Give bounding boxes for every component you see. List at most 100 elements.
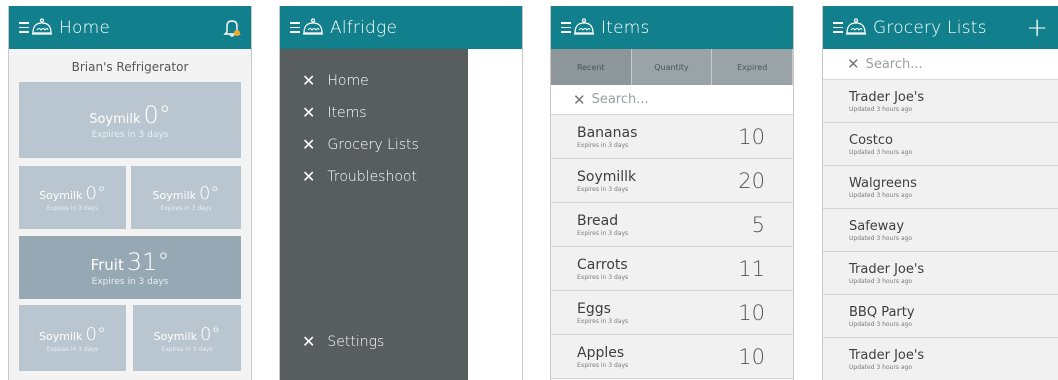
nav-label: Settings xyxy=(327,333,385,350)
hamburger-icon xyxy=(290,22,300,33)
close-icon: ✕ xyxy=(302,135,316,154)
list-item[interactable]: Bananas Expires in 3 days 10 xyxy=(551,115,793,159)
item-tile[interactable]: Soymilk 0° Expires in 3 days xyxy=(131,166,241,229)
app-bar: Grocery Lists + xyxy=(823,6,1058,49)
list-item[interactable]: Eggs Expires in 3 days 10 xyxy=(551,291,793,335)
list-item[interactable]: Costco Updated 3 hours ago xyxy=(823,123,1058,166)
nav-drawer xyxy=(280,49,468,380)
item-expiry: Expires in 3 days xyxy=(577,273,629,281)
list-updated: Updated 3 hours ago xyxy=(849,363,913,371)
notification-button[interactable] xyxy=(223,18,241,38)
list-item[interactable]: Bread Expires in 3 days 5 xyxy=(551,203,793,247)
nav-label: Home xyxy=(327,72,369,89)
tile-temp: 0° xyxy=(143,100,171,129)
search-placeholder: Search... xyxy=(591,92,649,107)
nav-item-home[interactable]: ✕ Home xyxy=(302,71,369,90)
tile-name: Soymilk xyxy=(152,189,196,202)
tile-temp: 0° xyxy=(85,183,106,204)
list-item[interactable]: Trader Joe's Updated 3 hours ago xyxy=(823,80,1058,123)
tab-expired[interactable]: Expired xyxy=(712,49,793,85)
menu-button[interactable] xyxy=(19,17,53,38)
tab-quantity[interactable]: Quantity xyxy=(632,49,713,85)
nav-item-items[interactable]: ✕ Items xyxy=(302,103,367,122)
app-bar: Items xyxy=(551,6,793,49)
page-title: Home xyxy=(59,17,111,38)
fridge-name: Brian's Refrigerator xyxy=(71,60,189,74)
item-quantity: 5 xyxy=(751,212,765,237)
item-quantity: 10 xyxy=(738,300,765,325)
grocery-lists-screen: Grocery Lists + ✕ Search... Trader Joe's U… xyxy=(822,6,1058,380)
close-icon: ✕ xyxy=(847,55,860,73)
list-item[interactable]: Apples Expires in 3 days 10 xyxy=(551,335,793,379)
drawer-scrim[interactable] xyxy=(468,49,522,380)
item-name: Apples xyxy=(577,344,625,361)
item-name: Bread xyxy=(577,212,619,229)
item-quantity: 10 xyxy=(738,124,765,149)
bell-icon xyxy=(223,19,241,37)
add-list-button[interactable]: + xyxy=(1026,15,1048,41)
tile-expiry: Expires in 3 days xyxy=(46,205,99,212)
tile-temp: 0° xyxy=(198,183,220,204)
nav-label: Items xyxy=(327,104,367,121)
nav-item-settings[interactable]: ✕ Settings xyxy=(302,332,384,351)
close-icon: ✕ xyxy=(302,332,316,351)
item-name: Eggs xyxy=(577,300,611,317)
tile-name: Soymilk xyxy=(39,329,83,343)
item-quantity: 11 xyxy=(738,256,765,281)
menu-button[interactable] xyxy=(561,17,595,38)
list-updated: Updated 3 hours ago xyxy=(849,277,913,285)
tile-name: Soymilk xyxy=(89,111,141,127)
menu-button[interactable] xyxy=(833,17,867,38)
fridge-logo-icon xyxy=(31,17,53,38)
tile-temp: 0° xyxy=(85,323,106,345)
list-item[interactable]: Walgreens Updated 3 hours ago xyxy=(823,166,1058,209)
item-tile[interactable]: Soymilk 0° Expires in 3 days xyxy=(19,82,241,158)
list-item[interactable]: Trader Joe's Updated 3 hours ago xyxy=(823,252,1058,295)
tile-name: Soymilk xyxy=(153,329,197,343)
item-tile[interactable]: Soymilk 0° Expires in 3 days xyxy=(19,166,126,229)
list-updated: Updated 3 hours ago xyxy=(849,234,913,242)
tile-temp: 31° xyxy=(126,248,170,276)
list-item[interactable]: Trader Joe's Updated 3 hours ago xyxy=(823,338,1058,380)
app-bar: Alfridge xyxy=(280,6,522,49)
list-item[interactable]: Carrots Expires in 3 days 11 xyxy=(551,247,793,291)
list-name: Safeway xyxy=(849,218,905,234)
page-title: Items xyxy=(601,17,650,38)
close-icon: ✕ xyxy=(302,71,316,90)
item-quantity: 10 xyxy=(738,344,765,369)
tile-expiry: Expires in 3 days xyxy=(91,129,169,140)
tile-temp: 0° xyxy=(199,323,221,345)
menu-button[interactable] xyxy=(290,17,324,38)
list-name: Costco xyxy=(849,132,894,148)
item-name: Bananas xyxy=(577,124,638,141)
nav-item-troubleshoot[interactable]: ✕ Troubleshoot xyxy=(302,167,417,186)
list-item[interactable]: BBQ Party Updated 3 hours ago xyxy=(823,295,1058,338)
tab-recent[interactable]: Recent xyxy=(551,49,632,85)
close-icon: ✕ xyxy=(302,167,316,186)
item-tile[interactable]: Soymilk 0° Expires in 3 days xyxy=(133,305,241,371)
list-name: Trader Joe's xyxy=(849,347,925,363)
nav-item-grocery-lists[interactable]: ✕ Grocery Lists xyxy=(302,135,419,154)
close-icon: ✕ xyxy=(573,90,586,109)
item-expiry: Expires in 3 days xyxy=(577,141,629,149)
search-input[interactable]: ✕ Search... xyxy=(551,85,793,115)
tile-expiry: Expires in 3 days xyxy=(161,345,213,353)
list-updated: Updated 3 hours ago xyxy=(849,105,913,113)
search-input[interactable]: ✕ Search... xyxy=(823,49,1058,80)
item-tile[interactable]: Soymilk 0° Expires in 3 days xyxy=(19,305,126,371)
hamburger-icon xyxy=(561,22,571,33)
hamburger-icon xyxy=(19,22,29,33)
list-name: Trader Joe's xyxy=(849,89,925,105)
list-name: Trader Joe's xyxy=(849,261,925,277)
item-tile[interactable]: Fruit 31° Expires in 3 days xyxy=(19,236,241,299)
close-icon: ✕ xyxy=(302,103,316,122)
app-title: Alfridge xyxy=(330,17,398,38)
app-bar: Home xyxy=(9,6,251,49)
item-name: Carrots xyxy=(577,256,628,273)
list-item[interactable]: Safeway Updated 3 hours ago xyxy=(823,209,1058,252)
list-item[interactable]: Soymillk Expires in 3 days 20 xyxy=(551,159,793,203)
tile-expiry: Expires in 3 days xyxy=(91,277,169,287)
item-expiry: Expires in 3 days xyxy=(577,317,629,325)
item-expiry: Expires in 3 days xyxy=(577,229,629,237)
item-expiry: Expires in 3 days xyxy=(577,185,629,193)
